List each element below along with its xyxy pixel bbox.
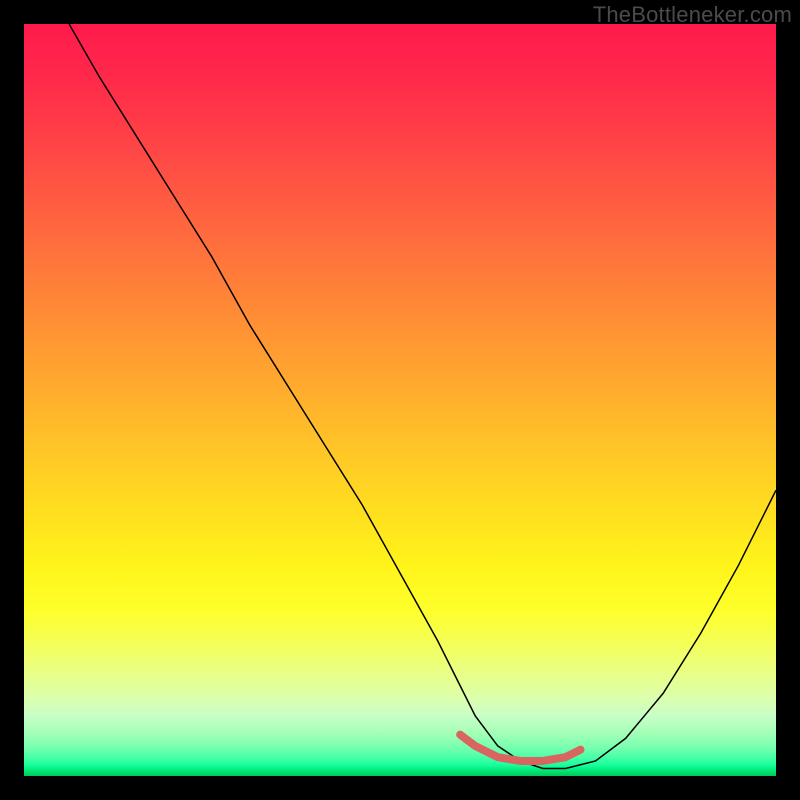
optimal-range-marker: [460, 735, 580, 761]
bottleneck-curve-path: [69, 24, 776, 768]
curve-layer: [24, 24, 776, 776]
watermark-text: TheBottleneker.com: [593, 2, 792, 28]
plot-area: [24, 24, 776, 776]
chart-frame: TheBottleneker.com: [0, 0, 800, 800]
